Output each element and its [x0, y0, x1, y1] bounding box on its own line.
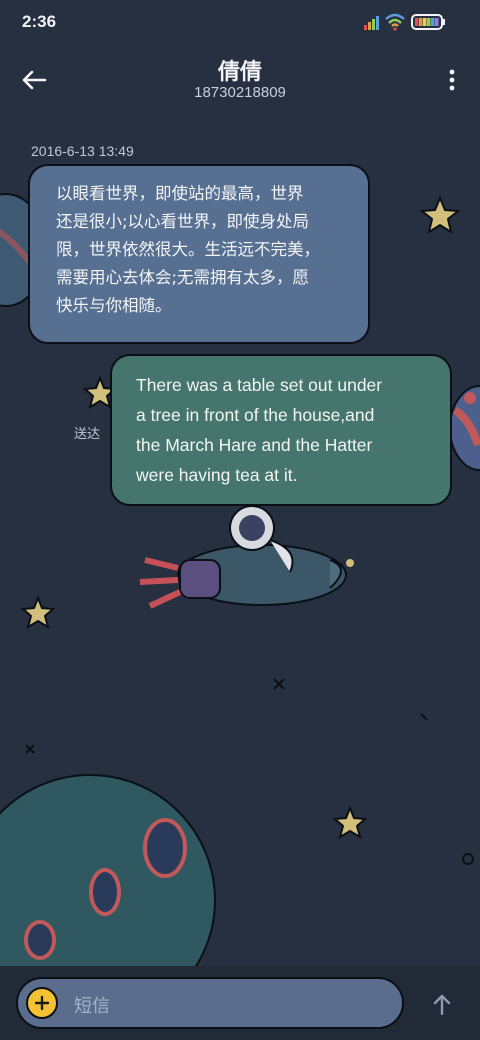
message-line: a tree in front of the house,and	[136, 405, 375, 425]
planet-right-illustration	[449, 385, 480, 471]
message-line: 需要用心去体会;无需拥有太多，愿	[56, 268, 310, 287]
message-line: 限，世界依然很大。生活远不完美，	[56, 240, 320, 259]
message-line: were having tea at it.	[136, 465, 298, 485]
message-line: 以眼看世界，即使站的最高，世界	[56, 184, 304, 203]
plus-icon	[34, 995, 50, 1011]
composer-bar: 短信	[0, 966, 480, 1040]
delivery-status: 送达	[74, 427, 101, 442]
message-line: 还是很小;以心看世界，即使身处局	[56, 212, 310, 231]
send-arrow-icon	[433, 994, 451, 1015]
message-line: There was a table set out under	[136, 375, 383, 395]
add-attachment-button[interactable]	[26, 987, 58, 1019]
more-vert-icon	[449, 69, 455, 91]
message-input[interactable]: 短信	[16, 977, 404, 1029]
incoming-message-bubble[interactable]: 以眼看世界，即使站的最高，世界 还是很小;以心看世界，即使身处局 限，世界依然很…	[28, 164, 370, 344]
astronaut-rocket-illustration	[139, 505, 354, 609]
incoming-message-text: 以眼看世界，即使站的最高，世界 还是很小;以心看世界，即使身处局 限，世界依然很…	[56, 180, 348, 320]
message-input-placeholder: 短信	[74, 996, 110, 1017]
wifi-icon	[385, 13, 405, 31]
battery-icon	[411, 14, 445, 30]
signal-icon	[364, 16, 379, 30]
send-button[interactable]	[426, 988, 458, 1020]
conversation-header: 倩倩 18730218809	[0, 44, 480, 114]
message-timestamp: 2016-6-13 13:49	[31, 143, 134, 159]
contact-name: 倩倩	[217, 60, 262, 85]
outgoing-message-bubble[interactable]: There was a table set out under a tree i…	[110, 354, 452, 506]
status-time: 2:36	[22, 12, 57, 31]
more-options-button[interactable]	[442, 62, 462, 98]
outgoing-message-text: There was a table set out under a tree i…	[136, 370, 434, 490]
status-bar: 2:36	[0, 0, 480, 44]
message-line: the March Hare and the Hatter	[136, 435, 373, 455]
message-line: 快乐与你相随。	[56, 296, 172, 315]
contact-number: 18730218809	[194, 84, 286, 101]
status-icons	[364, 13, 445, 31]
